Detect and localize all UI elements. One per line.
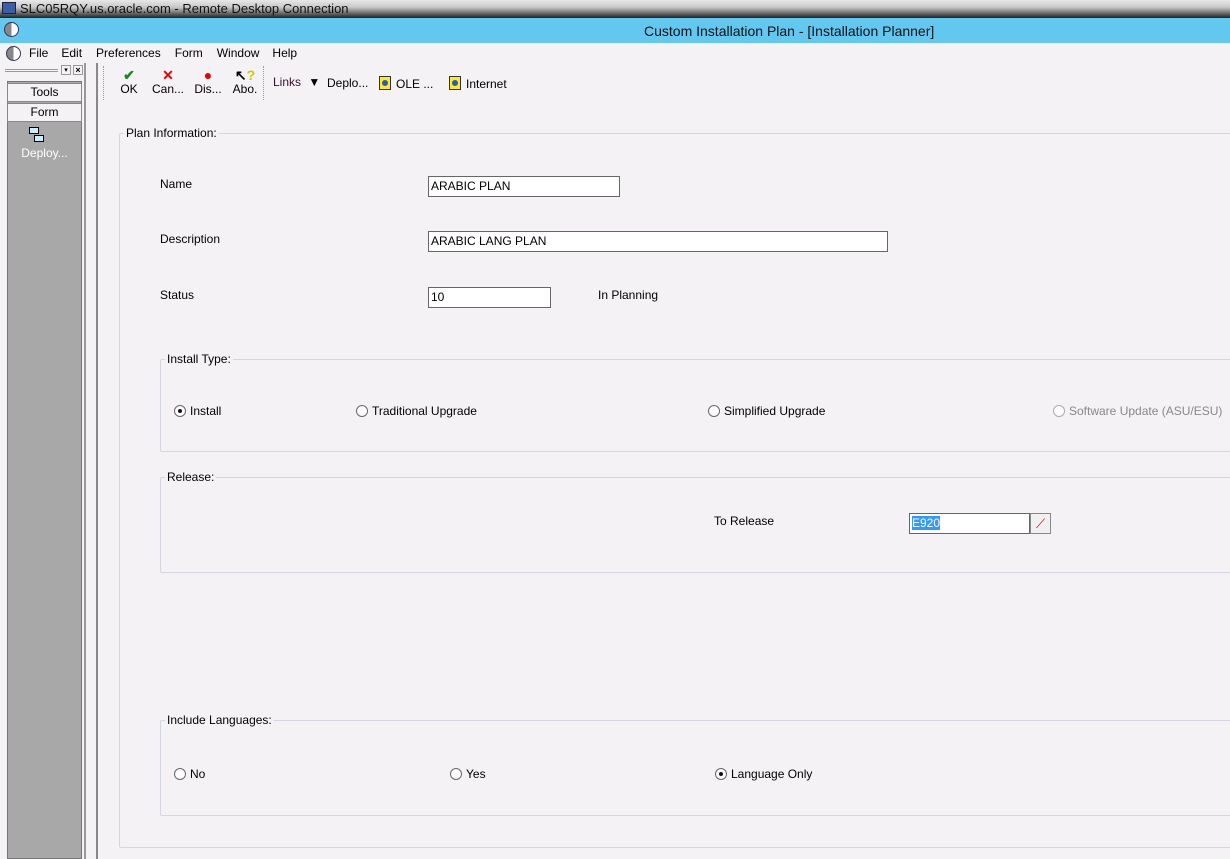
rdp-title: SLC05RQY.us.oracle.com - Remote Desktop … [20, 1, 349, 16]
app-title-bar: Custom Installation Plan - [Installation… [0, 18, 1230, 43]
name-label: Name [160, 177, 193, 191]
status-field[interactable]: 10 [428, 287, 551, 308]
deploy-link[interactable]: Deplo... [327, 76, 368, 90]
app-globe-icon[interactable] [4, 22, 19, 37]
radio-icon [356, 405, 368, 417]
radio-label: Software Update (ASU/ESU) [1069, 404, 1223, 418]
radio-traditional-upgrade[interactable]: Traditional Upgrade [356, 404, 477, 418]
pane-grip[interactable] [5, 69, 58, 72]
description-field[interactable]: ARABIC LANG PLAN [428, 231, 888, 252]
help-cursor-icon: ↖? [234, 67, 256, 83]
rdp-icon [2, 2, 16, 14]
menu-help[interactable]: Help [272, 46, 297, 60]
toolbar-separator [263, 66, 265, 100]
pane-dropdown-icon[interactable]: ▾ [61, 65, 71, 75]
radio-label: No [190, 767, 206, 781]
caret-down-icon: ▼ [308, 75, 321, 89]
status-label: Status [160, 288, 195, 302]
radio-label: Install [190, 404, 222, 418]
rdp-title-bar: SLC05RQY.us.oracle.com - Remote Desktop … [0, 0, 1230, 18]
close-icon: ✕ [162, 67, 174, 83]
display-label: Dis... [194, 82, 222, 96]
ok-button[interactable]: ✔ OK [118, 68, 140, 96]
document-icon [379, 76, 391, 90]
left-pane: ▾ × Tools Form Deploy... [0, 63, 86, 859]
app-title: Custom Installation Plan - [Installation… [644, 23, 935, 39]
display-button[interactable]: ● Dis... [193, 68, 223, 96]
ole-link[interactable]: OLE ... [379, 76, 433, 91]
radio-label: Language Only [731, 767, 813, 781]
form-button[interactable]: Form [7, 103, 82, 122]
radio-no[interactable]: No [174, 767, 205, 781]
ok-label: OK [120, 82, 138, 96]
links-label: Links [273, 75, 302, 89]
cancel-button[interactable]: ✕ Can... [151, 68, 185, 96]
pane-close-icon[interactable]: × [73, 65, 83, 75]
radio-yes[interactable]: Yes [450, 767, 486, 781]
menu-bar: File Edit Preferences Form Window Help [0, 43, 1230, 63]
to-release-label: To Release [714, 514, 775, 528]
radio-label: Traditional Upgrade [372, 404, 477, 418]
menu-window[interactable]: Window [217, 46, 260, 60]
release-group: Release: [160, 470, 1230, 573]
include-languages-legend: Include Languages: [167, 713, 272, 727]
install-type-group: Install Type: [160, 352, 1230, 452]
links-button[interactable]: Links ▼ [273, 75, 320, 89]
deploy-label[interactable]: Deploy... [7, 146, 82, 160]
pane-body [7, 81, 82, 859]
main-divider [96, 63, 98, 859]
plan-information-legend: Plan Information: [126, 126, 217, 140]
radio-icon [450, 768, 462, 780]
radio-simplified-upgrade[interactable]: Simplified Upgrade [708, 404, 825, 418]
document-icon [449, 76, 461, 90]
menu-form[interactable]: Form [175, 46, 203, 60]
visual-assist-flashlight-icon[interactable]: ⟋ [1030, 513, 1051, 534]
to-release-field[interactable]: E920 [909, 513, 1030, 534]
radio-label: Simplified Upgrade [724, 404, 826, 418]
radio-icon [708, 405, 720, 417]
include-languages-group: Include Languages: [160, 713, 1230, 816]
radio-install[interactable]: Install [174, 404, 221, 418]
to-release-value: E920 [912, 516, 941, 530]
tools-button[interactable]: Tools [7, 83, 82, 102]
deploy-icon[interactable] [29, 127, 45, 143]
about-button[interactable]: ↖? Abo. [231, 68, 259, 96]
status-description: In Planning [598, 288, 659, 302]
check-icon: ✔ [123, 67, 135, 83]
glasses-icon: ● [203, 67, 213, 83]
menu-edit[interactable]: Edit [61, 46, 82, 60]
radio-icon [174, 768, 186, 780]
radio-icon [1053, 405, 1065, 417]
menu-preferences[interactable]: Preferences [96, 46, 161, 60]
menu-file[interactable]: File [29, 46, 48, 60]
toolbar-grip [103, 66, 105, 100]
internet-label: Internet [466, 77, 507, 91]
menu-globe-icon[interactable] [6, 45, 21, 61]
ole-label: OLE ... [396, 77, 434, 91]
about-label: Abo. [232, 82, 258, 96]
name-field[interactable]: ARABIC PLAN [428, 176, 620, 197]
release-legend: Release: [167, 470, 215, 484]
radio-selected-icon [174, 405, 186, 417]
radio-language-only[interactable]: Language Only [715, 767, 812, 781]
internet-link[interactable]: Internet [449, 76, 507, 91]
install-type-legend: Install Type: [167, 352, 231, 366]
description-label: Description [160, 232, 221, 246]
radio-selected-icon [715, 768, 727, 780]
radio-software-update: Software Update (ASU/ESU) [1053, 404, 1222, 418]
cancel-label: Can... [151, 82, 184, 96]
radio-label: Yes [466, 767, 486, 781]
